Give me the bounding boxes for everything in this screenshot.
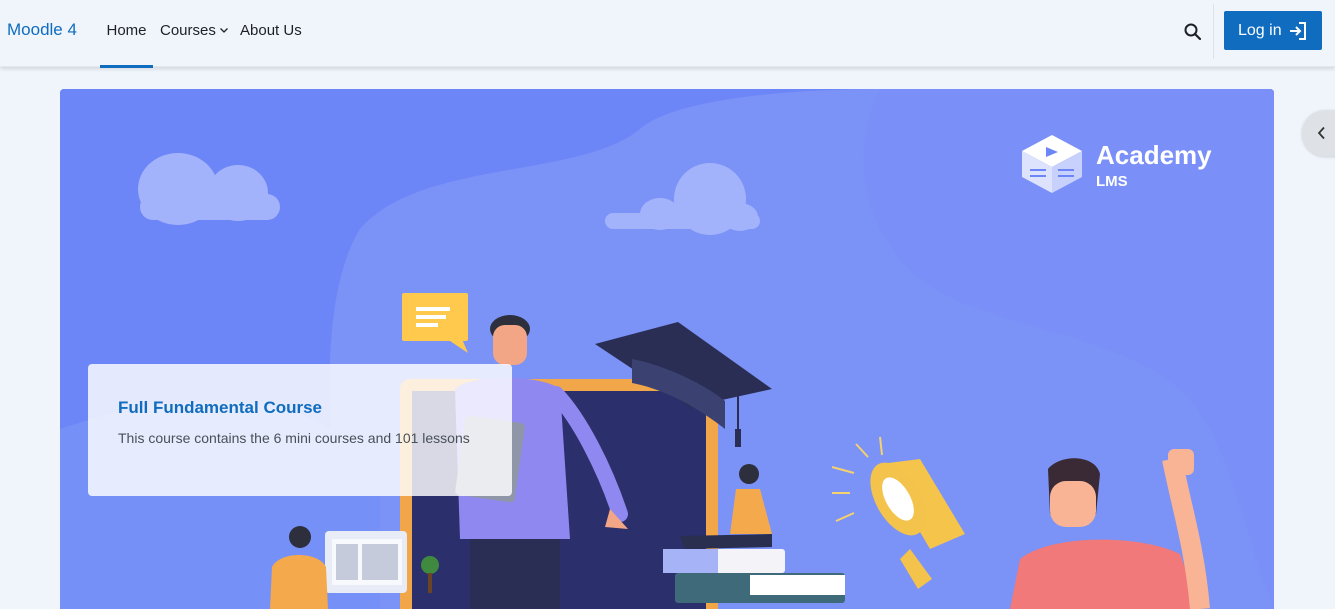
course-card: Full Fundamental Course This course cont… xyxy=(88,364,512,496)
nav-home-label: Home xyxy=(106,22,147,39)
nav-courses-label: Courses xyxy=(160,22,216,39)
banner-illustration: Academy LMS xyxy=(60,89,1274,609)
course-title-link[interactable]: Full Fundamental Course xyxy=(118,398,482,418)
top-navbar: Moodle 4 Home Courses About Us Log in xyxy=(0,0,1335,68)
login-button[interactable]: Log in xyxy=(1224,11,1322,50)
drawer-toggle-button[interactable] xyxy=(1302,110,1335,156)
chevron-down-icon xyxy=(219,0,229,62)
hero-banner: Academy LMS xyxy=(60,89,1274,609)
search-button[interactable] xyxy=(1180,19,1206,45)
nav-courses[interactable]: Courses xyxy=(160,0,229,67)
academy-logo-title: Academy xyxy=(1096,140,1212,170)
nav-home[interactable]: Home xyxy=(100,0,153,68)
nav-about-us-label: About Us xyxy=(240,22,302,39)
site-brand[interactable]: Moodle 4 xyxy=(7,20,77,40)
academy-logo-subtitle: LMS xyxy=(1096,173,1128,190)
course-description: This course contains the 6 mini courses … xyxy=(118,430,470,446)
sign-in-icon xyxy=(1290,22,1306,40)
search-icon xyxy=(1184,23,1202,41)
nav-about-us[interactable]: About Us xyxy=(240,0,302,67)
login-label: Log in xyxy=(1238,22,1282,39)
chevron-left-icon xyxy=(1317,126,1325,140)
navbar-divider xyxy=(1213,4,1214,59)
